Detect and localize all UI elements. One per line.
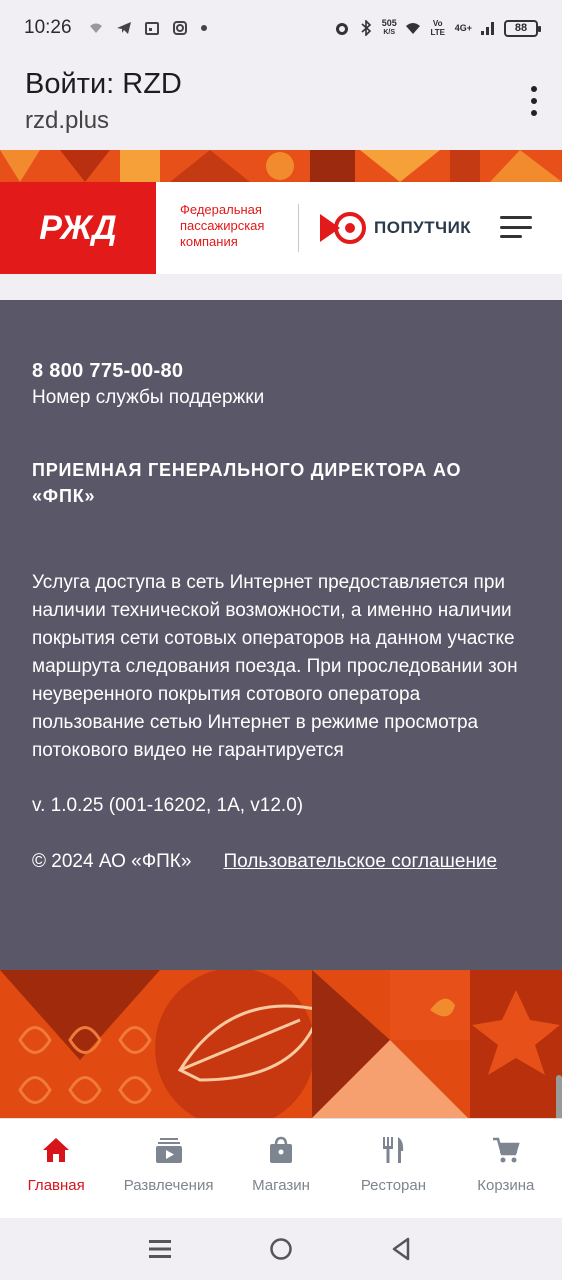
app-version: v. 1.0.25 (001-16202, 1A, v12.0) <box>32 795 304 816</box>
telegram-icon <box>116 22 131 34</box>
nav-label-restaurant: Ресторан <box>360 1177 427 1194</box>
nav-label-shop: Магазин <box>252 1177 310 1194</box>
footer-bottom: © 2024 АО «ФПК» Пользовательское соглаше… <box>32 851 530 873</box>
rzd-logo-icon: РЖД <box>39 209 116 247</box>
browser-header: Войти: RZD rzd.plus <box>0 56 562 150</box>
autumn-pattern-icon <box>0 150 562 182</box>
decorative-pattern-top <box>0 150 562 182</box>
site-header: РЖД Федеральная пассажирская компания ПО… <box>0 182 562 274</box>
nav-item-cart[interactable]: Корзина <box>450 1119 562 1218</box>
alarm-icon <box>335 23 348 35</box>
support-phone[interactable]: 8 800 775-00-80 <box>32 360 530 383</box>
instagram-icon <box>172 21 187 35</box>
status-system-icons: 505 K/S Vo LTE 4G+ 88 <box>334 18 541 37</box>
signal-icon <box>481 22 494 35</box>
nav-label-cart: Корзина <box>477 1177 535 1194</box>
net-speed: 505 K/S <box>381 18 397 37</box>
header-gap <box>0 274 562 300</box>
nav-item-home[interactable]: Главная <box>0 1119 112 1218</box>
more-options-icon[interactable] <box>530 86 538 116</box>
network-type: 4G+ <box>454 22 472 33</box>
copyright: © 2024 АО «ФПК» <box>32 851 192 872</box>
cutlery-icon <box>383 1137 404 1163</box>
more-notifications-dot-icon <box>200 25 207 31</box>
back-icon[interactable] <box>388 1235 416 1263</box>
volte-indicator: Vo LTE <box>430 19 445 37</box>
fpk-label: Федеральная пассажирская компания <box>180 202 265 249</box>
recent-apps-icon[interactable] <box>146 1235 174 1263</box>
rzd-logo[interactable]: РЖД <box>0 182 156 274</box>
home-icon <box>43 1138 70 1162</box>
calendar-icon <box>144 22 159 35</box>
internet-disclaimer: Услуга доступа в сеть Интернет предостав… <box>32 572 518 761</box>
menu-icon[interactable] <box>500 216 532 238</box>
poputchik-label: ПОПУТЧИК <box>374 218 472 237</box>
decorative-pattern-bottom <box>0 970 562 1118</box>
nav-item-shop[interactable]: Магазин <box>225 1119 337 1218</box>
bluetooth-icon <box>361 20 371 36</box>
nav-label-home: Главная <box>27 1177 85 1194</box>
svg-text:РЖД: РЖД <box>39 209 116 247</box>
battery-indicator: 88 <box>504 19 541 37</box>
wifi-calling-icon <box>89 23 102 33</box>
bottom-navigation: Главная Развлечения Магазин Ресторан Кор… <box>0 1118 562 1218</box>
support-label: Номер службы поддержки <box>32 387 265 408</box>
bag-icon <box>270 1136 293 1163</box>
status-notification-icons <box>88 20 208 36</box>
user-agreement-link[interactable]: Пользовательское соглашение <box>223 851 497 873</box>
nav-label-entertainment: Развлечения <box>123 1177 214 1194</box>
status-time: 10:26 <box>24 17 72 38</box>
poputchik-logo[interactable]: ПОПУТЧИК <box>320 212 471 244</box>
nav-item-restaurant[interactable]: Ресторан <box>337 1119 449 1218</box>
site-footer: 8 800 775-00-80 Номер службы поддержки П… <box>0 300 562 970</box>
browser-url[interactable]: rzd.plus <box>25 107 537 135</box>
status-bar: 10:26 505 K/S Vo LTE 4G+ 88 <box>0 0 562 56</box>
nav-item-entertainment[interactable]: Развлечения <box>112 1119 224 1218</box>
media-icon <box>155 1138 182 1163</box>
header-divider <box>298 204 299 252</box>
home-button-icon[interactable] <box>267 1235 295 1263</box>
cart-icon <box>492 1137 520 1163</box>
poputchik-logo-icon <box>320 212 366 244</box>
reception-link[interactable]: ПРИЕМНАЯ ГЕНЕРАЛЬНОГО ДИРЕКТОРА АО «ФПК» <box>32 457 530 509</box>
wifi-icon <box>405 23 420 34</box>
browser-title: Войти: RZD <box>25 68 182 100</box>
system-navigation-bar <box>0 1218 562 1280</box>
autumn-leaves-pattern-icon <box>0 970 562 1118</box>
